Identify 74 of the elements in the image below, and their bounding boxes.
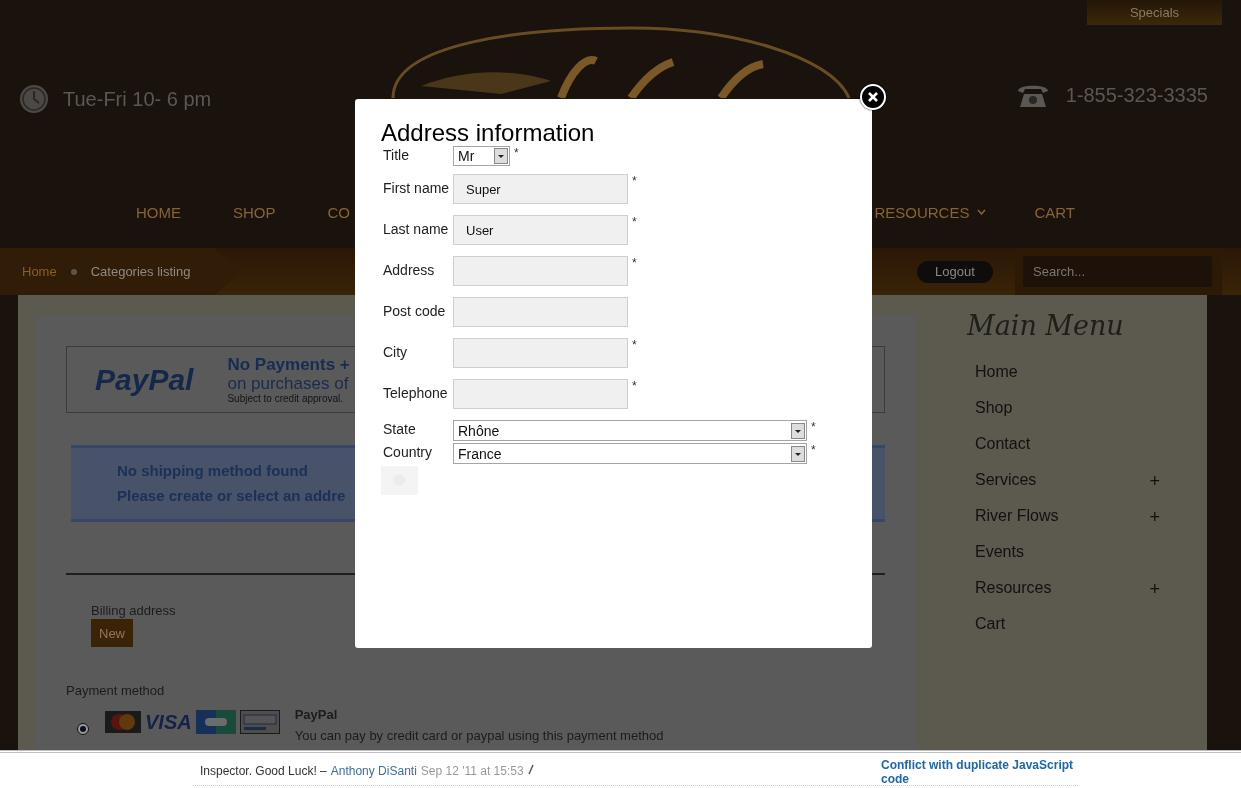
- field-label: Telephone: [383, 384, 449, 401]
- field-label: Title: [383, 146, 410, 163]
- field-label: State: [383, 420, 417, 437]
- input-field[interactable]: [453, 256, 628, 286]
- field-label: Country: [383, 443, 434, 460]
- opening-hours: Tue-Fri 10- 6 pm: [63, 87, 212, 111]
- new-button[interactable]: New: [91, 619, 133, 647]
- nav-link[interactable]: HOME: [136, 203, 181, 221]
- menu-title: Main Menu: [967, 310, 1125, 341]
- menu-item[interactable]: Home: [975, 363, 1160, 399]
- phone-number: 1-855-323-3335: [1065, 83, 1208, 107]
- menu-item[interactable]: Cart: [975, 615, 1160, 651]
- paypal-logo: [239, 710, 280, 734]
- pencil-icon[interactable]: [527, 764, 534, 775]
- required-mark: *: [632, 338, 637, 352]
- payment-label: Payment method: [66, 683, 165, 698]
- dialog-title: Address information: [381, 120, 596, 146]
- input-field[interactable]: [453, 297, 628, 327]
- logout-button[interactable]: Logout: [917, 260, 993, 283]
- search-field[interactable]: Search...: [1023, 256, 1212, 287]
- specials-tab[interactable]: Specials: [1087, 0, 1222, 25]
- banner-fine-print: Subject to credit approval.: [227, 393, 345, 404]
- radio-button[interactable]: [77, 723, 89, 735]
- field-label: Post code: [383, 302, 447, 319]
- clock-icon: [19, 84, 49, 114]
- required-mark: *: [632, 256, 637, 270]
- select-field[interactable]: Rhône: [453, 420, 807, 441]
- menu-item[interactable]: Services +: [975, 471, 1160, 507]
- menu-item[interactable]: Resources +: [975, 579, 1160, 615]
- menu-item[interactable]: Shop: [975, 399, 1160, 435]
- banner-subline: on purchases of: [227, 375, 350, 393]
- field-label: Last name: [383, 220, 450, 237]
- paypal-logo: PayPal: [95, 362, 194, 397]
- title-select[interactable]: Mr: [453, 146, 510, 166]
- visa-logo: VISA: [145, 710, 192, 734]
- billing-label: Billing address: [91, 603, 176, 618]
- related-link[interactable]: Conflict with duplicate JavaScript code: [881, 758, 1076, 788]
- method-name: PayPal: [294, 707, 339, 722]
- menu-item[interactable]: Events: [975, 543, 1160, 579]
- required-mark: *: [811, 443, 816, 457]
- select-field[interactable]: France: [453, 443, 807, 464]
- method-description: You can pay by credit card or paypal using this payment method: [294, 728, 664, 743]
- input-field[interactable]: User: [453, 215, 628, 245]
- menu-item[interactable]: River Flows +: [975, 507, 1160, 543]
- breadcrumb-item[interactable]: Home: [22, 264, 57, 279]
- comment-text: Inspector. Good Luck! –: [200, 764, 327, 780]
- input-field[interactable]: Super: [453, 174, 628, 204]
- input-field[interactable]: [453, 338, 628, 368]
- input-field[interactable]: [453, 379, 628, 409]
- nav-link[interactable]: CART: [1034, 203, 1075, 221]
- required-mark: *: [514, 146, 519, 160]
- expand-toggle[interactable]: +: [1149, 579, 1160, 615]
- comment-time: Sep 12 '11 at 15:53: [420, 764, 524, 780]
- required-mark: *: [632, 174, 637, 188]
- required-mark: *: [632, 379, 637, 393]
- breadcrumb-item[interactable]: Categories listing: [90, 264, 191, 279]
- required-mark: *: [811, 420, 816, 434]
- close-icon: [867, 91, 879, 103]
- close-button[interactable]: [860, 84, 886, 110]
- bullet-icon: [70, 268, 77, 275]
- expand-toggle[interactable]: +: [1149, 471, 1160, 507]
- card-logo: [195, 710, 236, 734]
- nav-link[interactable]: CO: [327, 203, 350, 221]
- required-mark: *: [632, 215, 637, 229]
- banner-headline: No Payments +: [227, 355, 350, 375]
- nav-link[interactable]: SHOP: [233, 203, 276, 221]
- expand-toggle[interactable]: +: [1149, 507, 1160, 543]
- field-label: First name: [383, 179, 451, 196]
- mastercard-logo: [105, 711, 141, 733]
- author-link[interactable]: Anthony DiSanti: [330, 764, 417, 785]
- field-label: Address: [383, 261, 436, 278]
- field-label: City: [383, 343, 409, 360]
- menu-item[interactable]: Contact: [975, 435, 1160, 471]
- nav-link[interactable]: RESOURCES: [874, 203, 987, 221]
